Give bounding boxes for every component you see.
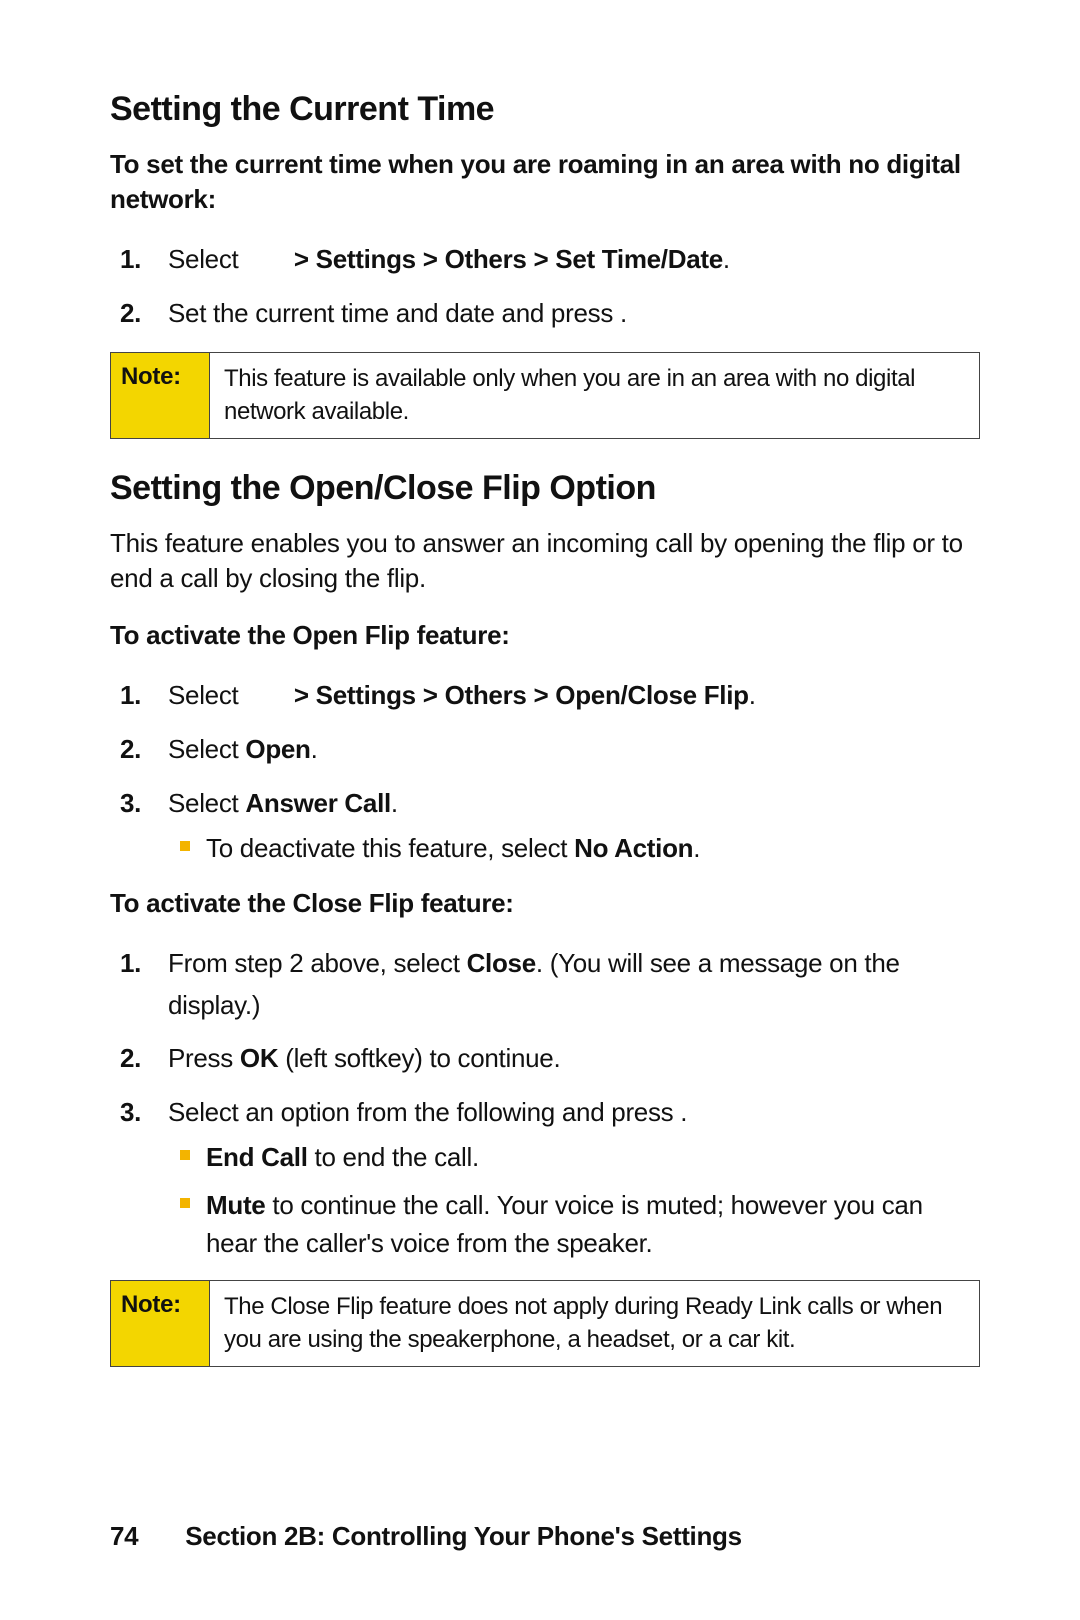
page-number: 74: [110, 1521, 138, 1551]
bold: Answer Call: [245, 788, 391, 818]
list-item: Mute to continue the call. Your voice is…: [206, 1187, 980, 1262]
path: > Settings > Others > Set Time/Date: [294, 244, 723, 274]
text: Set the current time and date and press …: [168, 298, 627, 328]
note-box: Note: The Close Flip feature does not ap…: [110, 1280, 980, 1367]
text: (left softkey) to continue.: [278, 1043, 560, 1073]
text: Select: [168, 244, 245, 274]
text: Press: [168, 1043, 240, 1073]
sub-list: To deactivate this feature, select No Ac…: [168, 830, 980, 868]
note-box: Note: This feature is available only whe…: [110, 352, 980, 439]
step: 1. Select > Settings > Others > Open/Clo…: [168, 675, 980, 717]
steps-open: 1. Select > Settings > Others > Open/Clo…: [110, 675, 980, 867]
step: 1. Select > Settings > Others > Set Time…: [168, 239, 980, 281]
subhead-close: To activate the Close Flip feature:: [110, 886, 980, 921]
heading-set-time: Setting the Current Time: [110, 90, 980, 129]
intro-set-time: To set the current time when you are roa…: [110, 147, 980, 217]
heading-flip: Setting the Open/Close Flip Option: [110, 469, 980, 508]
note-text: This feature is available only when you …: [210, 353, 979, 438]
text: .: [311, 734, 318, 764]
subhead-open: To activate the Open Flip feature:: [110, 618, 980, 653]
text: Select an option from the following and …: [168, 1097, 687, 1127]
bold: Mute: [206, 1190, 265, 1220]
step: 3. Select an option from the following a…: [168, 1092, 980, 1263]
text: From step 2 above, select: [168, 948, 467, 978]
text: to end the call.: [308, 1142, 479, 1172]
bold: End Call: [206, 1142, 308, 1172]
step: 1. From step 2 above, select Close. (You…: [168, 943, 980, 1026]
text: Select: [168, 680, 245, 710]
step: 2. Press OK (left softkey) to continue.: [168, 1038, 980, 1080]
text: Select: [168, 788, 245, 818]
note-label: Note:: [111, 1281, 210, 1366]
text: .: [693, 833, 700, 863]
text: to continue the call. Your voice is mute…: [206, 1190, 923, 1258]
bold: OK: [240, 1043, 278, 1073]
step: 2. Set the current time and date and pre…: [168, 293, 980, 335]
text: Select: [168, 734, 245, 764]
note-text: The Close Flip feature does not apply du…: [210, 1281, 979, 1366]
intro-flip: This feature enables you to answer an in…: [110, 526, 980, 596]
list-item: To deactivate this feature, select No Ac…: [206, 830, 980, 868]
steps-set-time: 1. Select > Settings > Others > Set Time…: [110, 239, 980, 334]
page-footer: 74 Section 2B: Controlling Your Phone's …: [110, 1521, 742, 1552]
step: 2. Select Open.: [168, 729, 980, 771]
footer-title: Section 2B: Controlling Your Phone's Set…: [185, 1521, 742, 1551]
step: 3. Select Answer Call. To deactivate thi…: [168, 783, 980, 868]
path: > Settings > Others > Open/Close Flip: [294, 680, 749, 710]
steps-close: 1. From step 2 above, select Close. (You…: [110, 943, 980, 1262]
text: .: [391, 788, 398, 818]
bold: Close: [467, 948, 536, 978]
list-item: End Call to end the call.: [206, 1139, 980, 1177]
sub-list: End Call to end the call. Mute to contin…: [168, 1139, 980, 1262]
note-label: Note:: [111, 353, 210, 438]
bold: No Action: [574, 833, 693, 863]
text: .: [723, 244, 730, 274]
text: To deactivate this feature, select: [206, 833, 574, 863]
bold: Open: [245, 734, 310, 764]
text: .: [749, 680, 756, 710]
